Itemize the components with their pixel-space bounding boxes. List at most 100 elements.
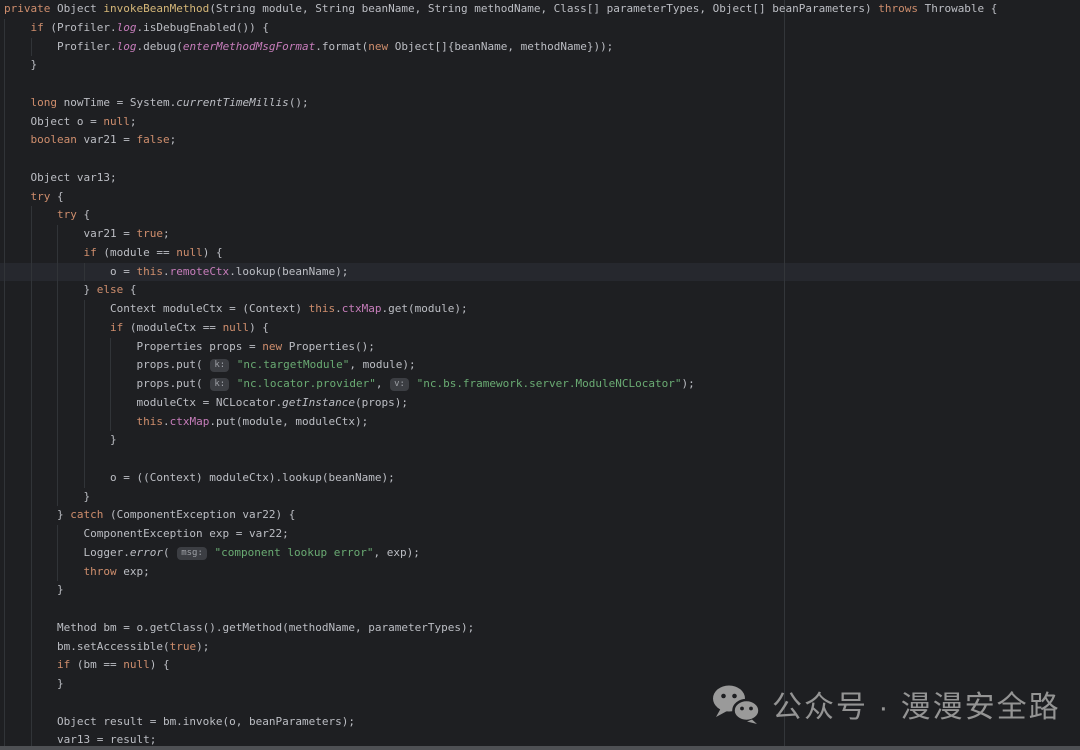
code-line[interactable]: Context moduleCtx = (Context) this.ctxMa… bbox=[0, 300, 1080, 319]
code-line[interactable]: private Object invokeBeanMethod(String m… bbox=[0, 0, 1080, 19]
code-line[interactable]: try { bbox=[0, 206, 1080, 225]
code-token: if bbox=[110, 321, 123, 334]
code-line[interactable]: try { bbox=[0, 188, 1080, 207]
indent-guide bbox=[4, 19, 5, 750]
code-token: var21 = bbox=[77, 133, 137, 146]
code-line[interactable]: moduleCtx = NCLocator.getInstance(props)… bbox=[0, 394, 1080, 413]
code-line[interactable]: } bbox=[0, 431, 1080, 450]
code-token: ( bbox=[163, 546, 176, 559]
code-token: } bbox=[4, 433, 117, 446]
code-line[interactable]: boolean var21 = false; bbox=[0, 131, 1080, 150]
code-token bbox=[230, 358, 237, 371]
code-token: Context moduleCtx = (Context) bbox=[4, 302, 309, 315]
code-line[interactable]: o = this.remoteCtx.lookup(beanName); bbox=[0, 263, 1080, 282]
code-token: Properties(); bbox=[282, 340, 375, 353]
code-token: long bbox=[31, 96, 58, 109]
code-line[interactable]: if (Profiler.log.isDebugEnabled()) { bbox=[0, 19, 1080, 38]
code-line[interactable] bbox=[0, 450, 1080, 469]
code-line[interactable]: } bbox=[0, 488, 1080, 507]
code-token bbox=[4, 190, 31, 203]
code-token bbox=[4, 21, 31, 34]
code-line[interactable]: if (moduleCtx == null) { bbox=[0, 319, 1080, 338]
code-line[interactable]: this.ctxMap.put(module, moduleCtx); bbox=[0, 413, 1080, 432]
code-token: try bbox=[31, 190, 51, 203]
indent-guide bbox=[84, 300, 85, 488]
code-token: { bbox=[50, 190, 63, 203]
code-line[interactable] bbox=[0, 600, 1080, 619]
code-token: nowTime = System. bbox=[57, 96, 176, 109]
code-line[interactable] bbox=[0, 75, 1080, 94]
code-line[interactable]: props.put( k: "nc.locator.provider", v: … bbox=[0, 375, 1080, 394]
code-editor[interactable]: private Object invokeBeanMethod(String m… bbox=[0, 0, 1080, 750]
code-line[interactable]: Logger.error( msg: "component lookup err… bbox=[0, 544, 1080, 563]
code-line[interactable]: long nowTime = System.currentTimeMillis(… bbox=[0, 94, 1080, 113]
code-token: log bbox=[117, 21, 137, 34]
code-token: .lookup(beanName); bbox=[229, 265, 348, 278]
code-token: .get(module); bbox=[382, 302, 468, 315]
code-line[interactable]: Profiler.log.debug(enterMethodMsgFormat.… bbox=[0, 38, 1080, 57]
code-token: null bbox=[103, 115, 130, 128]
code-token: ); bbox=[196, 640, 209, 653]
code-token: , exp); bbox=[373, 546, 419, 559]
code-token: if bbox=[57, 658, 70, 671]
code-token bbox=[410, 377, 417, 390]
code-line[interactable]: o = ((Context) moduleCtx).lookup(beanNam… bbox=[0, 469, 1080, 488]
code-token: enterMethodMsgFormat bbox=[183, 40, 315, 53]
watermark: 公众号 · 漫漫安全路 bbox=[712, 682, 1061, 726]
code-line[interactable]: if (bm == null) { bbox=[0, 656, 1080, 675]
indent-guide bbox=[57, 225, 58, 506]
code-token: ); bbox=[681, 377, 694, 390]
code-line[interactable]: props.put( k: "nc.targetModule", module)… bbox=[0, 356, 1080, 375]
code-token: { bbox=[123, 283, 136, 296]
code-line[interactable]: bm.setAccessible(true); bbox=[0, 638, 1080, 657]
code-line[interactable]: throw exp; bbox=[0, 563, 1080, 582]
code-line[interactable]: var21 = true; bbox=[0, 225, 1080, 244]
code-line[interactable]: Object var13; bbox=[0, 169, 1080, 188]
code-token: null bbox=[123, 658, 150, 671]
code-token: Profiler. bbox=[4, 40, 117, 53]
code-line[interactable] bbox=[0, 150, 1080, 169]
code-line[interactable]: } else { bbox=[0, 281, 1080, 300]
code-line[interactable]: Object o = null; bbox=[0, 113, 1080, 132]
code-token: { bbox=[77, 208, 90, 221]
indent-guide bbox=[31, 38, 32, 57]
code-token: var13 = result; bbox=[4, 733, 156, 746]
code-token: .put(module, moduleCtx); bbox=[209, 415, 368, 428]
code-token: catch bbox=[70, 508, 103, 521]
code-line[interactable]: } bbox=[0, 56, 1080, 75]
code-token: (ComponentException var22) { bbox=[103, 508, 295, 521]
code-token: new bbox=[368, 40, 388, 53]
code-token: boolean bbox=[31, 133, 77, 146]
code-token: ; bbox=[130, 115, 137, 128]
code-token: error bbox=[130, 546, 163, 559]
code-line[interactable]: ComponentException exp = var22; bbox=[0, 525, 1080, 544]
code-token: , module); bbox=[349, 358, 415, 371]
code-line[interactable]: } bbox=[0, 581, 1080, 600]
code-token: true bbox=[170, 640, 197, 653]
code-line[interactable]: Method bm = o.getClass().getMethod(metho… bbox=[0, 619, 1080, 638]
code-token: Properties props = bbox=[4, 340, 262, 353]
code-line[interactable]: } catch (ComponentException var22) { bbox=[0, 506, 1080, 525]
indent-guide bbox=[57, 525, 58, 581]
code-token: Throwable { bbox=[918, 2, 997, 15]
code-line[interactable]: Properties props = new Properties(); bbox=[0, 338, 1080, 357]
code-token: private bbox=[4, 2, 50, 15]
code-token: .debug( bbox=[136, 40, 182, 53]
code-area[interactable]: private Object invokeBeanMethod(String m… bbox=[0, 0, 1080, 750]
code-token: (moduleCtx == bbox=[123, 321, 222, 334]
code-token bbox=[4, 96, 31, 109]
code-token: Object result = bm.invoke(o, beanParamet… bbox=[4, 715, 355, 728]
code-token: "nc.locator.provider" bbox=[237, 377, 376, 390]
code-token: getInstance bbox=[282, 396, 355, 409]
code-token: Logger. bbox=[4, 546, 130, 559]
code-token: } bbox=[4, 58, 37, 71]
inlay-hint: msg: bbox=[177, 547, 207, 560]
code-token: throw bbox=[83, 565, 116, 578]
code-token bbox=[4, 565, 83, 578]
code-line[interactable]: if (module == null) { bbox=[0, 244, 1080, 263]
code-token bbox=[4, 133, 31, 146]
code-token: true bbox=[136, 227, 163, 240]
code-token: Object[]{beanName, methodName})); bbox=[388, 40, 613, 53]
code-token: new bbox=[262, 340, 282, 353]
code-token: this bbox=[136, 415, 163, 428]
